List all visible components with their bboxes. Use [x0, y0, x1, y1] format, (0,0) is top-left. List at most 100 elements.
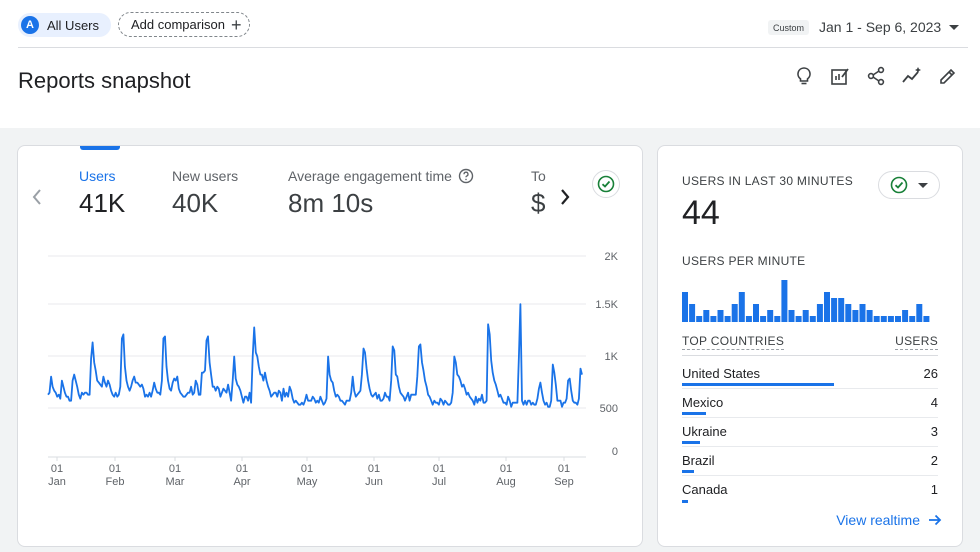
page-title: Reports snapshot: [18, 68, 191, 93]
country-users: 1: [930, 482, 938, 497]
date-range-text: Jan 1 - Sep 6, 2023: [819, 19, 942, 35]
customize-report-icon[interactable]: [828, 64, 852, 88]
per-minute-bar: [880, 316, 887, 322]
x-tick-month: Jan: [48, 476, 66, 488]
country-row: Ukraine 3: [682, 418, 938, 447]
date-range-selector[interactable]: Jan 1 - Sep 6, 2023: [819, 19, 960, 35]
insights-icon[interactable]: [900, 64, 924, 88]
view-realtime-label: View realtime: [836, 512, 920, 528]
chevron-left-icon[interactable]: [30, 186, 44, 213]
metric-label: Users: [79, 168, 116, 184]
chevron-right-icon[interactable]: [558, 186, 572, 213]
per-minute-bar: [738, 292, 745, 322]
per-minute-bar: [774, 316, 781, 322]
country-row: Canada 1: [682, 476, 938, 505]
country-users: 4: [930, 395, 938, 410]
country-share-bar: [682, 470, 695, 473]
country-name: Brazil: [682, 453, 715, 468]
x-tick-month: Jun: [365, 476, 383, 488]
country-users: 3: [930, 424, 938, 439]
per-minute-bar: [923, 316, 930, 322]
segment-label: All Users: [47, 17, 100, 33]
per-minute-bar: [838, 298, 845, 322]
country-name: Ukraine: [682, 424, 727, 439]
per-minute-bar: [753, 304, 759, 322]
country-row: Brazil 2: [682, 447, 938, 476]
lightbulb-icon[interactable]: [792, 64, 816, 88]
metric-value: 8m 10s: [288, 188, 374, 218]
x-tick-day: 01: [500, 463, 512, 475]
per-minute-bar: [731, 304, 738, 322]
per-minute-bar: [788, 310, 795, 322]
country-row: Mexico 4: [682, 389, 938, 418]
metric-tab-users[interactable]: Users 41K: [79, 168, 125, 219]
country-name: Mexico: [682, 395, 724, 410]
segment-letter-badge: A: [21, 16, 39, 34]
realtime-users-value: 44: [682, 194, 720, 232]
country-users: 2: [930, 453, 938, 468]
date-type-chip: Custom: [768, 20, 810, 35]
x-tick-month: Jul: [432, 476, 446, 488]
share-icon[interactable]: [864, 64, 888, 88]
per-minute-bar: [802, 310, 809, 322]
x-tick-month: Mar: [166, 476, 185, 488]
users-line-chart: 2K1.5K1K500001Jan01Feb01Mar01Apr01May01J…: [47, 251, 619, 488]
per-minute-bar: [916, 304, 923, 322]
metric-label: Average engagement time: [288, 168, 452, 184]
per-minute-bar: [689, 304, 696, 322]
dropdown-caret-icon: [949, 24, 960, 30]
per-minute-bar: [859, 304, 866, 322]
help-icon[interactable]: [458, 168, 474, 184]
x-tick-day: 01: [109, 463, 121, 475]
per-minute-bar: [866, 310, 873, 322]
add-comparison-button[interactable]: Add comparison +: [118, 12, 251, 37]
view-realtime-link[interactable]: View realtime: [836, 512, 942, 528]
add-comparison-label: Add comparison: [131, 17, 225, 32]
country-share-bar: [682, 441, 701, 444]
metric-label: To: [531, 168, 546, 184]
per-minute-bar: [682, 292, 688, 322]
header-toolbar: [792, 64, 960, 88]
metric-label-row: Average engagement time: [288, 168, 474, 184]
country-row: United States 26: [682, 360, 938, 389]
check-circle-icon[interactable]: [592, 170, 620, 198]
metric-tab-average-engagement-time[interactable]: Average engagement time 8m 10s: [288, 168, 474, 219]
page-header: Reports snapshot: [0, 48, 980, 128]
metric-tab-truncated[interactable]: To $: [531, 168, 547, 219]
per-minute-bar: [745, 316, 752, 322]
y-tick-label: 2K: [605, 251, 619, 263]
country-name: United States: [682, 366, 761, 381]
x-tick-day: 01: [301, 463, 313, 475]
country-users: 26: [923, 366, 938, 381]
check-circle-icon: [890, 176, 908, 194]
dropdown-caret-icon: [918, 182, 928, 188]
per-minute-bar: [895, 316, 901, 322]
top-countries-label: TOP COUNTRIES: [682, 334, 785, 350]
metric-value: $: [531, 188, 546, 218]
metric-tab-new-users[interactable]: New users 40K: [172, 168, 238, 219]
per-minute-bar: [873, 316, 880, 322]
per-minute-bar: [824, 292, 830, 322]
x-tick-day: 01: [368, 463, 380, 475]
x-tick-month: Aug: [496, 476, 516, 488]
realtime-comparison-button[interactable]: [878, 171, 940, 199]
segment-chip-all-users[interactable]: A All Users: [18, 13, 112, 37]
per-minute-bar: [852, 310, 859, 322]
edit-icon[interactable]: [936, 64, 960, 88]
y-tick-label: 0: [612, 446, 618, 458]
top-bar: A All Users Add comparison + Custom Jan …: [0, 0, 980, 48]
per-minute-bar: [795, 316, 802, 322]
overview-card: Users 41K New users 40K Average engageme…: [17, 145, 643, 547]
x-tick-month: May: [297, 476, 318, 488]
country-share-bar: [682, 500, 689, 503]
per-minute-bar: [760, 316, 767, 322]
y-tick-label: 500: [600, 403, 618, 415]
x-tick-month: Sep: [554, 476, 574, 488]
per-minute-bar: [816, 304, 823, 322]
country-share-bar: [682, 412, 707, 415]
per-minute-bar: [710, 316, 717, 322]
metric-value: 40K: [172, 188, 219, 218]
per-minute-bar: [724, 316, 731, 322]
metric-value: 41K: [79, 188, 126, 218]
x-tick-month: Apr: [233, 476, 250, 488]
